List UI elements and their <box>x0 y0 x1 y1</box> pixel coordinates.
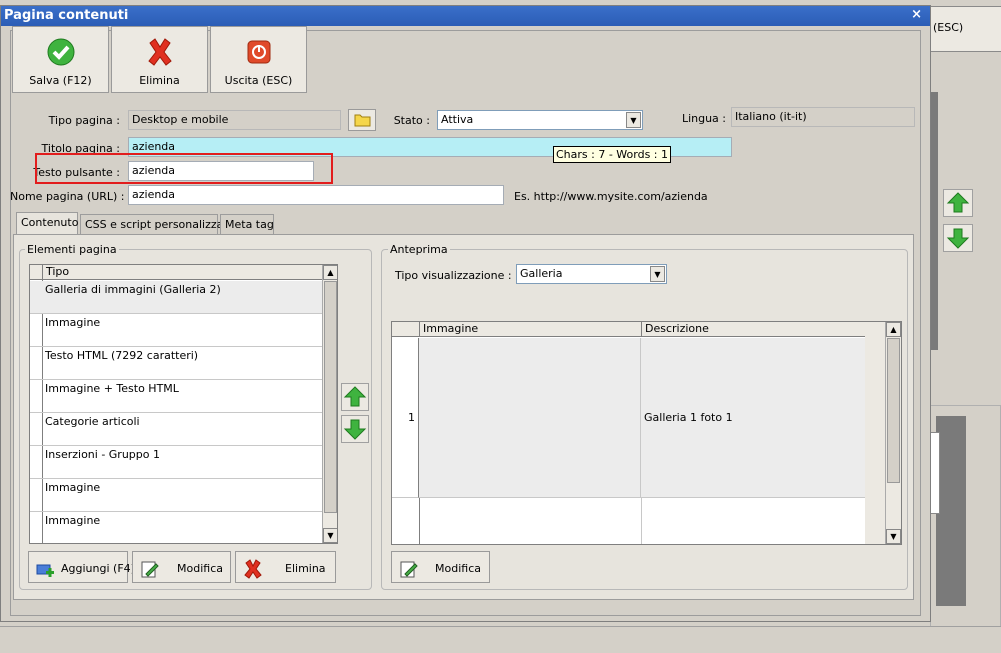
edit-icon <box>400 561 418 578</box>
background-move-down-button[interactable] <box>943 224 973 252</box>
browse-button[interactable] <box>348 109 376 131</box>
table-row[interactable]: Inserzioni - Gruppo 1 <box>30 446 322 479</box>
highlight-box <box>35 153 333 184</box>
tab-contenuto[interactable]: Contenuto <box>16 212 78 235</box>
tipo-visualizzazione-label: Tipo visualizzazione : <box>395 269 512 282</box>
grid-line <box>641 498 642 544</box>
row-label: Galleria di immagini (Galleria 2) <box>45 283 221 296</box>
table-row[interactable]: Immagine <box>30 314 322 347</box>
anteprima-scrollbar[interactable]: ▲ ▼ <box>885 322 901 544</box>
delete-element-button[interactable]: Elimina <box>235 551 336 583</box>
background-scrollbar <box>930 92 938 350</box>
nome-pagina-input[interactable]: azienda <box>128 185 504 205</box>
background-exit-label: (ESC) <box>933 21 964 34</box>
table-row[interactable]: Immagine <box>30 512 322 543</box>
url-example: Es. http://www.mysite.com/azienda <box>514 190 708 203</box>
grid-line <box>419 498 420 544</box>
column-header-descrizione[interactable]: Descrizione <box>641 322 865 337</box>
stato-label: Stato : <box>393 114 430 127</box>
move-up-button[interactable] <box>341 383 369 411</box>
move-down-button[interactable] <box>341 415 369 443</box>
description-cell[interactable]: Galleria 1 foto 1 <box>641 338 865 498</box>
elementi-grid: Tipo Galleria di immagini (Galleria 2) I… <box>29 264 338 544</box>
scroll-thumb[interactable] <box>324 281 337 513</box>
edit-icon <box>141 561 159 578</box>
row-label: Inserzioni - Gruppo 1 <box>45 448 160 461</box>
row-label: Categorie articoli <box>45 415 140 428</box>
delete-button-label: Elimina <box>139 74 180 87</box>
table-row[interactable]: Immagine + Testo HTML <box>30 380 322 413</box>
checkmark-icon <box>47 38 74 66</box>
scroll-thumb[interactable] <box>887 338 900 483</box>
scroll-up-icon[interactable]: ▲ <box>886 322 901 337</box>
tipo-pagina-field: Desktop e mobile <box>128 110 341 130</box>
tipo-visualizzazione-select[interactable]: Galleria ▼ <box>516 264 667 284</box>
edit-element-button[interactable]: Modifica <box>132 551 231 583</box>
power-icon <box>247 40 270 64</box>
add-element-button[interactable]: Aggiungi (F4) <box>28 551 135 583</box>
lingua-label: Lingua : <box>681 112 726 125</box>
char-count-tooltip: Chars : 7 - Words : 1 <box>553 146 672 163</box>
add-icon <box>36 564 54 577</box>
folder-icon <box>354 114 371 127</box>
arrow-down-icon <box>343 419 367 440</box>
dialog-title: Pagina contenuti <box>4 8 129 23</box>
status-bar <box>0 626 1001 653</box>
dialog-titlebar: Pagina contenuti × <box>1 6 930 26</box>
edit-preview-label: Modifica <box>435 562 481 575</box>
table-row[interactable]: Immagine <box>30 479 322 512</box>
row-label: Immagine <box>45 514 101 527</box>
stato-select[interactable]: Attiva ▼ <box>437 110 643 130</box>
tab-css-script[interactable]: CSS e script personalizzati <box>80 214 231 234</box>
tipo-pagina-label: Tipo pagina : <box>48 114 120 127</box>
row-number: 1 <box>392 338 419 498</box>
table-row[interactable]: Testo HTML (7292 caratteri) <box>30 347 322 380</box>
scroll-down-icon[interactable]: ▼ <box>323 528 337 543</box>
background-move-up-button[interactable] <box>943 189 973 217</box>
tipo-visualizzazione-value: Galleria <box>520 267 563 280</box>
anteprima-group-title: Anteprima <box>388 243 450 256</box>
row-label: Immagine <box>45 316 101 329</box>
red-x-icon <box>244 559 262 579</box>
chevron-down-icon[interactable]: ▼ <box>650 266 665 282</box>
close-icon[interactable]: × <box>911 7 922 22</box>
background-exit-button[interactable]: (ESC) <box>928 6 1001 52</box>
scroll-down-icon[interactable]: ▼ <box>886 529 901 544</box>
image-cell[interactable] <box>419 338 641 498</box>
delete-element-label: Elimina <box>285 562 326 575</box>
row-label: Immagine <box>45 481 101 494</box>
chevron-down-icon[interactable]: ▼ <box>626 112 641 128</box>
save-button[interactable]: Salva (F12) <box>12 26 109 93</box>
lingua-field: Italiano (it-it) <box>731 107 915 127</box>
arrow-up-icon <box>946 192 970 213</box>
arrow-down-icon <box>946 228 970 249</box>
row-label: Testo HTML (7292 caratteri) <box>45 349 199 362</box>
edit-preview-button[interactable]: Modifica <box>391 551 490 583</box>
add-button-label: Aggiungi (F4) <box>61 562 135 575</box>
exit-button-label: Uscita (ESC) <box>224 74 293 87</box>
elementi-group-title: Elementi pagina <box>25 243 119 256</box>
column-header-tipo[interactable]: Tipo <box>42 265 322 280</box>
grid-spacer <box>865 322 885 544</box>
row-label: Immagine + Testo HTML <box>45 382 179 395</box>
stato-value: Attiva <box>441 113 474 126</box>
arrow-up-icon <box>343 386 367 407</box>
column-header-immagine[interactable]: Immagine <box>419 322 641 337</box>
tab-meta-tag[interactable]: Meta tag <box>220 214 274 234</box>
grid-corner <box>30 265 42 280</box>
elementi-scrollbar[interactable]: ▲ ▼ <box>322 265 337 543</box>
red-x-icon <box>147 38 172 66</box>
edit-button-label: Modifica <box>177 562 223 575</box>
background-list <box>930 432 940 514</box>
exit-button[interactable]: Uscita (ESC) <box>210 26 307 93</box>
grid-corner <box>392 322 419 337</box>
table-row[interactable]: Categorie articoli <box>30 413 322 446</box>
table-row[interactable]: Galleria di immagini (Galleria 2) <box>30 281 322 314</box>
scroll-up-icon[interactable]: ▲ <box>323 265 337 280</box>
delete-button[interactable]: Elimina <box>111 26 208 93</box>
anteprima-grid: Immagine Descrizione 1 Galleria 1 foto 1… <box>391 321 902 545</box>
save-button-label: Salva (F12) <box>29 74 92 87</box>
nome-pagina-label: Nome pagina (URL) : <box>10 190 125 203</box>
background-dark-area <box>936 416 966 606</box>
